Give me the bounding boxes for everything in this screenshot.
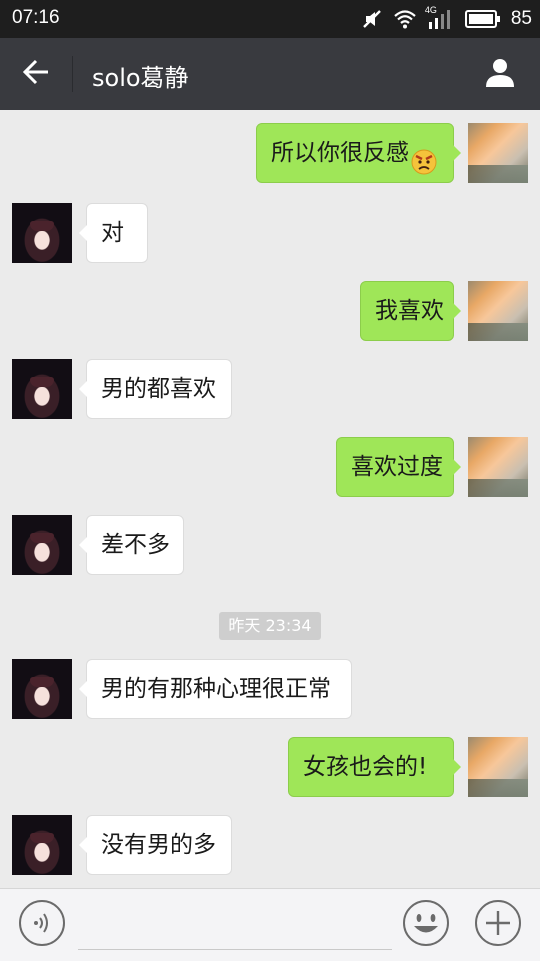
title-bar: solo葛静 (0, 38, 540, 110)
message-bubble-received[interactable]: 对 (79, 203, 148, 263)
message-input[interactable] (78, 901, 392, 950)
mute-icon (361, 8, 383, 30)
avatar-self[interactable] (468, 123, 528, 183)
back-button[interactable] (14, 54, 58, 94)
signal-icon: 4G (424, 5, 455, 30)
avatar-contact[interactable] (12, 659, 72, 719)
message-text: 所以你很反感 (271, 140, 409, 166)
status-bar: 07:16 4G 85 (0, 0, 540, 38)
message-bubble-received[interactable]: 男的有那种心理很正常 (79, 659, 352, 719)
voice-button[interactable] (18, 899, 66, 951)
message-bubble-sent[interactable]: 所以你很反感 (256, 123, 461, 183)
message-text: 男的有那种心理很正常 (101, 676, 331, 702)
message-bubble-received[interactable]: 男的都喜欢 (79, 359, 232, 419)
message-text: 我喜欢 (375, 298, 444, 324)
message-bubble-sent[interactable]: 喜欢过度 (336, 437, 461, 497)
avatar-contact[interactable] (12, 815, 72, 875)
network-type: 4G (424, 5, 437, 15)
angry-face-emoji-icon (411, 139, 437, 174)
battery-icon (464, 9, 501, 29)
person-icon (484, 56, 516, 92)
status-icons: 4G 85 (361, 5, 532, 32)
timestamp-badge: 昨天 23:34 (219, 612, 321, 640)
message-text: 差不多 (101, 532, 170, 558)
avatar-self[interactable] (468, 437, 528, 497)
chat-area[interactable]: 所以你很反感 对 我喜欢 男的都喜欢 喜欢过度 差不多 昨天 23:34 男的有… (0, 110, 540, 888)
profile-button[interactable] (480, 54, 520, 94)
message-text: 喜欢过度 (351, 454, 443, 480)
smiley-icon (402, 899, 450, 951)
emoji-button[interactable] (402, 899, 450, 951)
message-bubble-received[interactable]: 没有男的多 (79, 815, 232, 875)
battery-level: 85 (510, 8, 532, 29)
avatar-contact[interactable] (12, 203, 72, 263)
avatar-self[interactable] (468, 737, 528, 797)
avatar-contact[interactable] (12, 359, 72, 419)
voice-icon (18, 899, 66, 951)
input-bar (0, 888, 540, 961)
more-button[interactable] (474, 899, 522, 951)
wifi-icon (393, 9, 417, 29)
status-time: 07:16 (12, 7, 60, 28)
message-bubble-sent[interactable]: 我喜欢 (360, 281, 461, 341)
message-text: 女孩也会的! (303, 754, 428, 780)
arrow-left-icon (22, 59, 50, 89)
message-text: 对 (101, 220, 124, 246)
plus-icon (474, 899, 522, 951)
message-text: 没有男的多 (101, 832, 216, 858)
message-bubble-received[interactable]: 差不多 (79, 515, 184, 575)
message-bubble-sent[interactable]: 女孩也会的! (288, 737, 461, 797)
avatar-contact[interactable] (12, 515, 72, 575)
message-text: 男的都喜欢 (101, 376, 216, 402)
avatar-self[interactable] (468, 281, 528, 341)
title-divider (72, 56, 73, 92)
page-title: solo葛静 (92, 64, 189, 92)
